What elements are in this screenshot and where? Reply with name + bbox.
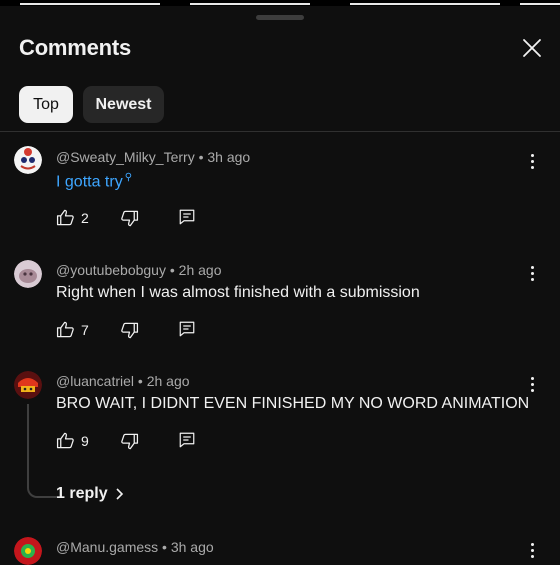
- like-button[interactable]: 9: [56, 431, 89, 450]
- meta-separator: •: [162, 539, 167, 555]
- drag-handle[interactable]: [256, 15, 304, 20]
- avatar[interactable]: [14, 371, 42, 399]
- avatar-image: [14, 537, 42, 565]
- dislike-button[interactable]: [120, 209, 139, 228]
- comment-text: Right when I was almost finished with a …: [56, 284, 420, 301]
- replies-label: 1 reply: [56, 485, 108, 502]
- reply-comment-icon: [179, 209, 195, 225]
- avatar-image: [14, 260, 42, 288]
- comment-meta: @luancatriel • 2h ago: [56, 373, 190, 389]
- comment-menu-button[interactable]: [522, 540, 542, 560]
- filter-chip-top[interactable]: Top: [19, 86, 73, 123]
- comment-time: 3h ago: [207, 149, 251, 165]
- filter-chip-newest[interactable]: Newest: [83, 86, 164, 123]
- comment-time: 2h ago: [178, 262, 222, 278]
- avatar[interactable]: [14, 537, 42, 565]
- close-button[interactable]: [520, 36, 544, 60]
- thumbs-up-icon: [56, 209, 74, 226]
- comment-meta: @Sweaty_Milky_Terry • 3h ago: [56, 149, 250, 165]
- avatar-image: [14, 146, 42, 174]
- comment-author[interactable]: @Sweaty_Milky_Terry: [56, 149, 195, 165]
- reply-comment-icon: [179, 321, 195, 337]
- avatar[interactable]: [14, 260, 42, 288]
- like-count: 9: [81, 432, 89, 449]
- like-count: 7: [81, 321, 89, 338]
- thumbs-up-icon: [56, 321, 74, 338]
- comment-author[interactable]: @youtubebobguy: [56, 262, 166, 278]
- thumbs-down-icon: [121, 322, 139, 339]
- reply-button[interactable]: [178, 431, 196, 449]
- comment-text-link[interactable]: I gotta try: [56, 173, 123, 190]
- close-icon: [523, 39, 541, 57]
- dislike-button[interactable]: [120, 321, 139, 340]
- comment-time: 3h ago: [170, 539, 214, 555]
- reply-button[interactable]: [178, 208, 196, 226]
- comment-menu-button[interactable]: [522, 374, 542, 394]
- thumbs-down-icon: [121, 433, 139, 450]
- dislike-button[interactable]: [120, 432, 139, 451]
- comment-text[interactable]: I gotta try ⚲: [56, 172, 132, 191]
- thumbs-down-icon: [121, 210, 139, 227]
- header-divider: [0, 131, 560, 132]
- thumbs-up-icon: [56, 432, 74, 449]
- meta-separator: •: [169, 262, 175, 278]
- like-button[interactable]: 7: [56, 320, 89, 339]
- meta-separator: •: [198, 149, 204, 165]
- reply-comment-icon: [179, 432, 195, 448]
- view-replies-button[interactable]: 1 reply: [56, 485, 125, 503]
- chevron-right-icon: [116, 488, 123, 500]
- search-icon: ⚲: [124, 172, 133, 183]
- comment-meta: @Manu.gamess • 3h ago: [56, 539, 214, 555]
- comment-author[interactable]: @Manu.gamess: [56, 539, 158, 555]
- avatar[interactable]: [14, 146, 42, 174]
- like-count: 2: [81, 209, 89, 226]
- comment-meta: @youtubebobguy • 2h ago: [56, 262, 221, 278]
- panel-title: Comments: [19, 35, 132, 60]
- avatar-image: [14, 371, 42, 399]
- like-button[interactable]: 2: [56, 208, 89, 227]
- meta-separator: •: [137, 373, 143, 389]
- comment-author[interactable]: @luancatriel: [56, 373, 134, 389]
- reply-thread-line: [27, 404, 57, 498]
- reply-button[interactable]: [178, 320, 196, 338]
- comment-menu-button[interactable]: [522, 263, 542, 283]
- comment-menu-button[interactable]: [522, 151, 542, 171]
- top-edge-strip: [0, 0, 560, 6]
- comment-text: BRO WAIT, I DIDNT EVEN FINISHED MY NO WO…: [56, 395, 530, 412]
- comment-time: 2h ago: [146, 373, 190, 389]
